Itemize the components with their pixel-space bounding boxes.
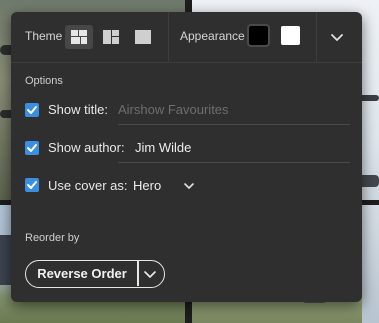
show-title-checkbox[interactable] bbox=[25, 103, 39, 117]
show-title-label: Show title: bbox=[48, 102, 108, 117]
reorder-divider bbox=[137, 261, 139, 286]
split-layout-icon bbox=[103, 30, 119, 44]
collapse-panel-button[interactable] bbox=[328, 28, 346, 46]
reorder-section-title: Reorder by bbox=[25, 232, 80, 244]
checkmark-icon bbox=[27, 181, 37, 189]
theme-split-button[interactable] bbox=[97, 25, 125, 49]
reverse-order-button[interactable]: Reverse Order bbox=[26, 261, 138, 286]
show-title-input[interactable]: Airshow Favourites bbox=[118, 102, 229, 117]
show-author-underline bbox=[118, 162, 350, 163]
panel-toolbar: Theme Appearance bbox=[11, 12, 362, 63]
theme-grid-button[interactable] bbox=[65, 25, 93, 49]
chevron-down-icon bbox=[331, 34, 343, 41]
layout-settings-panel: Theme Appearance Options Show title: Air… bbox=[11, 12, 362, 302]
gallery-background: Theme Appearance Options Show title: Air… bbox=[0, 0, 379, 323]
toolbar-divider bbox=[316, 12, 317, 62]
use-cover-checkbox[interactable] bbox=[25, 178, 39, 192]
chevron-down-icon[interactable] bbox=[142, 266, 158, 282]
use-cover-select[interactable]: Hero bbox=[133, 178, 161, 193]
theme-label: Theme bbox=[25, 29, 63, 43]
options-section-title: Options bbox=[25, 75, 63, 87]
grid-layout-icon bbox=[71, 30, 87, 44]
checkmark-icon bbox=[27, 106, 37, 114]
show-author-label: Show author: bbox=[48, 140, 125, 155]
chevron-down-icon[interactable] bbox=[183, 180, 195, 192]
appearance-dark-swatch[interactable] bbox=[247, 24, 270, 47]
show-title-underline bbox=[118, 124, 350, 125]
show-author-input[interactable]: Jim Wilde bbox=[135, 140, 191, 155]
toolbar-divider bbox=[168, 12, 169, 62]
photo-edge bbox=[362, 205, 379, 323]
checkmark-icon bbox=[27, 144, 37, 152]
use-cover-label: Use cover as: bbox=[48, 178, 128, 193]
show-author-checkbox[interactable] bbox=[25, 141, 39, 155]
theme-single-button[interactable] bbox=[129, 25, 157, 49]
single-layout-icon bbox=[135, 30, 151, 44]
appearance-light-swatch[interactable] bbox=[281, 26, 300, 45]
reorder-button-group: Reverse Order bbox=[25, 260, 165, 288]
appearance-label: Appearance bbox=[180, 29, 245, 43]
